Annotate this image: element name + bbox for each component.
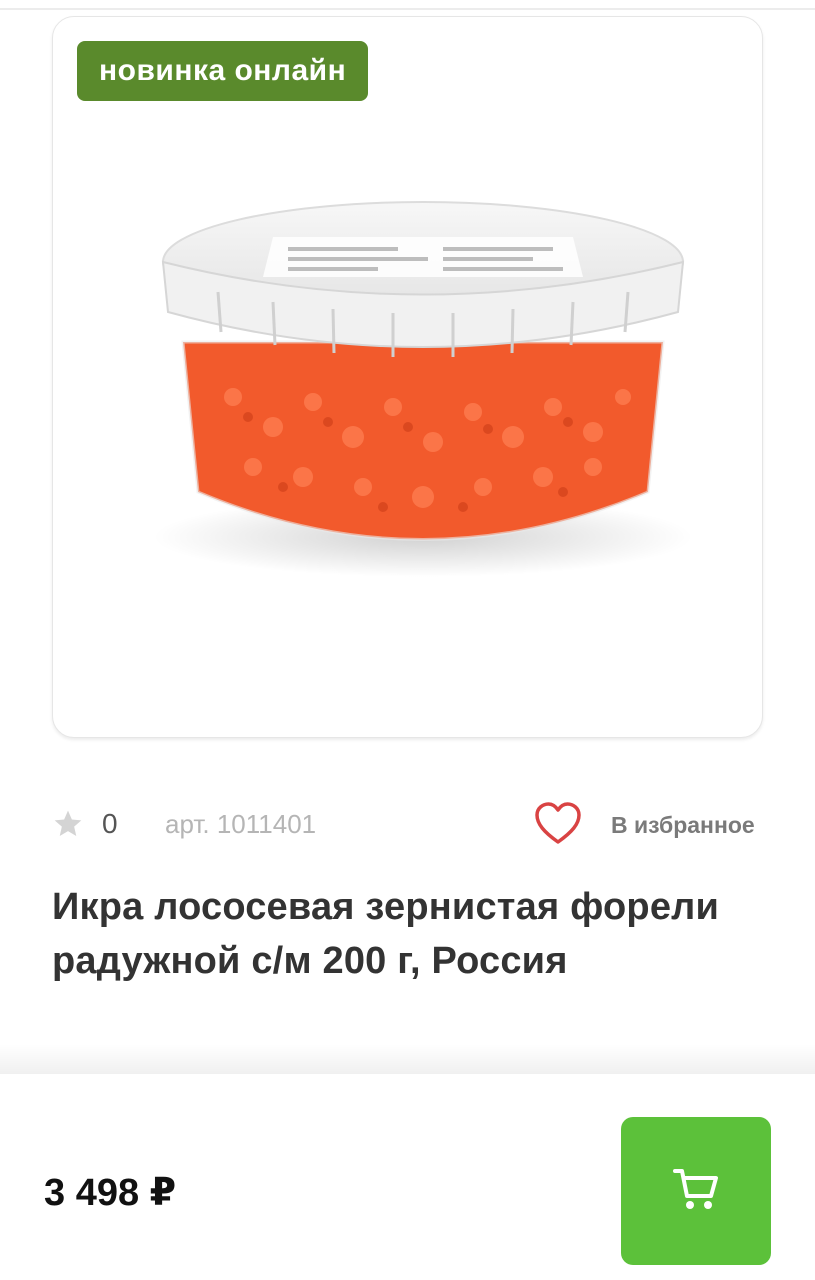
shopping-cart-icon	[673, 1169, 718, 1209]
top-divider	[0, 8, 815, 10]
product-image-card[interactable]: новинка онлайн	[52, 16, 763, 738]
star-icon	[54, 810, 82, 836]
add-to-favorites-link[interactable]: В избранное	[611, 812, 755, 839]
product-image	[153, 201, 693, 577]
purchase-bar: 3 498 ₽	[0, 1074, 815, 1280]
new-online-badge: новинка онлайн	[77, 41, 369, 101]
product-meta-row: 0 арт. 1011401 В избранное	[52, 796, 762, 856]
heart-icon[interactable]	[534, 802, 582, 846]
product-price: 3 498 ₽	[44, 1172, 177, 1214]
article-number: арт. 1011401	[165, 809, 317, 839]
add-to-cart-button[interactable]	[621, 1117, 771, 1265]
product-title: Икра лососевая зернистая форели радужной…	[52, 886, 720, 982]
bottom-bar-shadow	[0, 1044, 815, 1074]
rating-value: 0	[102, 808, 118, 839]
